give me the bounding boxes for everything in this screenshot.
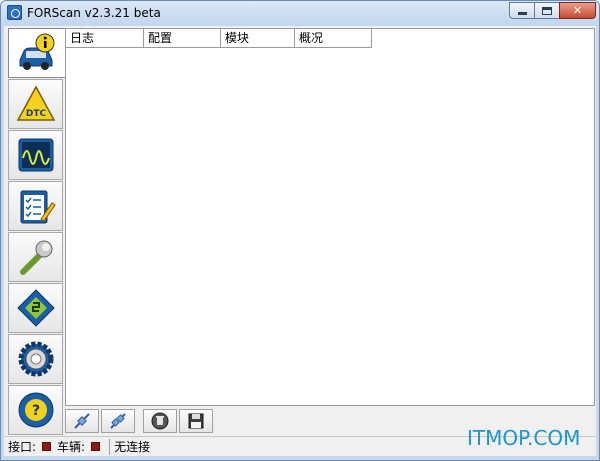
tab-log[interactable]: 日志 — [66, 29, 144, 48]
sidebar: DTC ? — [8, 28, 66, 437]
oscilloscope-icon — [18, 138, 53, 172]
vehicle-label: 车辆: — [57, 440, 86, 454]
port-status-indicator — [42, 442, 52, 451]
sidebar-item-configuration[interactable] — [8, 283, 63, 333]
vehicle-status-indicator — [91, 442, 101, 451]
sidebar-item-tests[interactable] — [8, 181, 63, 231]
watermark-text: ITMOP.COM — [467, 426, 581, 450]
maximize-button[interactable] — [534, 2, 560, 19]
app-window: FORScan v2.3.21 beta ✕ DTC ? 日志 配置 模块 概况… — [0, 0, 600, 461]
tab-overview[interactable]: 概况 — [295, 29, 372, 48]
sidebar-item-dtc[interactable]: DTC — [8, 79, 63, 129]
sidebar-item-help[interactable]: ? — [8, 385, 63, 435]
checklist-icon — [20, 190, 56, 224]
sidebar-item-service[interactable] — [8, 232, 63, 282]
disconnect-button[interactable] — [101, 408, 135, 433]
wrench-icon — [19, 240, 52, 275]
svg-text:DTC: DTC — [25, 109, 46, 119]
save-icon — [188, 413, 204, 428]
maximize-icon — [542, 6, 552, 15]
help-icon: ? — [18, 392, 53, 428]
minimize-icon — [517, 12, 527, 15]
car-info-icon — [19, 33, 55, 70]
tab-modules[interactable]: 模块 — [221, 29, 295, 48]
sidebar-item-vehicle-info[interactable] — [8, 28, 66, 78]
dtc-warning-icon: DTC — [16, 85, 55, 121]
chip-icon — [16, 289, 55, 327]
title-bar[interactable]: FORScan v2.3.21 beta ✕ — [1, 1, 599, 25]
close-button[interactable]: ✕ — [559, 2, 596, 19]
log-panel: 日志 配置 模块 概况 — [65, 28, 595, 406]
minimize-button[interactable] — [509, 2, 535, 19]
port-label: 接口: — [8, 440, 37, 454]
save-button[interactable] — [179, 408, 213, 433]
tab-strip: 日志 配置 模块 概况 — [66, 29, 372, 48]
client-area: DTC ? 日志 配置 模块 概况 接口: 车辆: 无连接 — [4, 26, 596, 456]
close-icon: ✕ — [572, 4, 583, 17]
connect-button[interactable] — [65, 408, 99, 433]
svg-text:?: ? — [31, 403, 39, 419]
connection-status-text: 无连接 — [114, 440, 151, 454]
sidebar-item-settings[interactable] — [8, 334, 63, 384]
window-title: FORScan v2.3.21 beta — [27, 6, 161, 20]
gear-icon — [18, 341, 53, 377]
sidebar-item-oscilloscope[interactable] — [8, 130, 63, 180]
connect-icon — [74, 412, 90, 429]
clear-button[interactable] — [143, 408, 177, 433]
delete-icon — [151, 412, 169, 429]
tab-config[interactable]: 配置 — [144, 29, 221, 48]
forscan-app-icon[interactable] — [7, 5, 22, 20]
disconnect-icon — [110, 412, 126, 429]
status-separator — [109, 438, 111, 455]
